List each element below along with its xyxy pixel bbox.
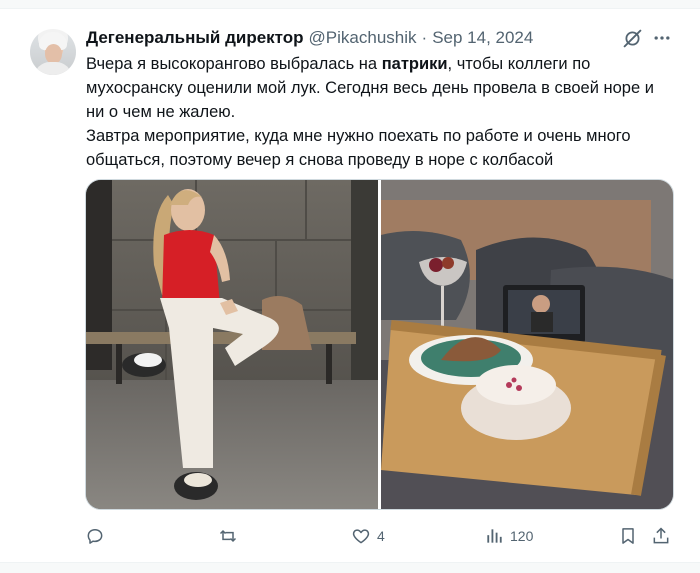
author-handle[interactable]: @Pikachushik [309, 28, 417, 48]
tweet-actions: 4 120 [0, 523, 700, 549]
tweet-paragraph-2: Завтра мероприятие, куда мне нужно поеха… [86, 127, 631, 169]
text-part1: Вчера я высокорангово выбралась на [86, 55, 382, 73]
avatar-shoulder [34, 62, 72, 75]
tweet-text: Вчера я высокорангово выбралась на патри… [86, 52, 676, 172]
hashtag-patriki: патрики [381, 55, 448, 73]
reply-icon [87, 529, 103, 544]
views-count: 120 [510, 528, 534, 544]
views-button[interactable]: 120 [484, 523, 533, 549]
reply-button[interactable] [85, 523, 111, 549]
retweet-icon [219, 529, 237, 543]
bookmark-button[interactable] [618, 523, 638, 549]
like-count: 4 [377, 528, 385, 544]
grok-icon[interactable] [621, 27, 643, 49]
like-button[interactable]: 4 [351, 523, 385, 549]
photo-woman-on-bench[interactable] [86, 180, 378, 509]
tweet-date[interactable]: Sep 14, 2024 [432, 28, 533, 48]
media-grid [85, 179, 674, 510]
tweet-header: Дегенеральный директор @Pikachushik · Se… [86, 27, 533, 49]
share-button[interactable] [651, 523, 671, 549]
share-icon [653, 527, 669, 544]
more-icon[interactable] [651, 27, 673, 49]
top-divider [0, 0, 700, 9]
avatar-face [45, 44, 62, 64]
bottom-divider [0, 562, 700, 573]
views-icon [487, 529, 502, 543]
separator-dot: · [421, 28, 428, 47]
bookmark-icon [622, 528, 634, 544]
retweet-button[interactable] [218, 523, 244, 549]
tweet-paragraph-1: Вчера я высокорангово выбралась на патри… [86, 52, 676, 124]
photo-bed-tray[interactable] [381, 180, 673, 509]
avatar[interactable] [30, 29, 76, 75]
heart-icon [352, 529, 370, 544]
author-name[interactable]: Дегенеральный директор [86, 28, 304, 48]
